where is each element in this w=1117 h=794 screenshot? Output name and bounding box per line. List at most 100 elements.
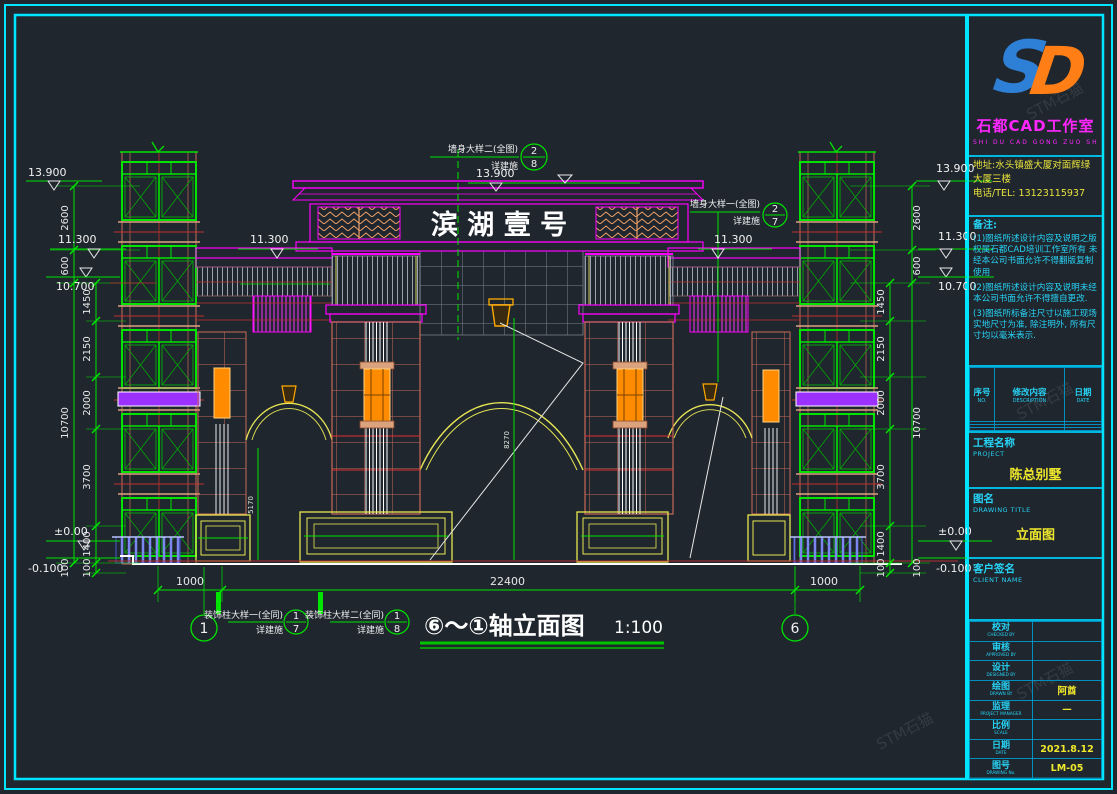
- field-value: —: [1033, 700, 1102, 720]
- title-scale: 1:100: [614, 618, 663, 638]
- studio-address: 地址:水头镇盛大厦对面辉绿 大厦三楼 电话/TEL: 13123115937: [969, 157, 1102, 217]
- callout-label: 装饰柱大样一(全同): [204, 609, 283, 621]
- elevation-drawing: 滨 湖 壹 号 墙身大样二(全图): [0, 0, 1117, 794]
- svg-text:600: 600: [60, 256, 71, 275]
- revision-table: 序号NO. 修改内容DESCRIPTION 日期DATE: [969, 367, 1102, 433]
- address-line1: 地址:水头镇盛大厦对面辉绿: [973, 159, 1098, 173]
- left-wing: [196, 248, 332, 332]
- client-label: 客户签名: [973, 561, 1098, 576]
- gate-sign-text: 滨 湖 壹 号: [431, 209, 567, 241]
- field-value: [1033, 720, 1102, 740]
- left-main-pillar: [326, 254, 426, 514]
- svg-text:13.900: 13.900: [28, 166, 67, 179]
- field-row-manager: 监理PROJECT MANAGER —: [970, 700, 1102, 720]
- svg-text:3700: 3700: [82, 464, 93, 489]
- client-section: 客户签名 CLIENT NAME: [969, 559, 1102, 621]
- field-label-en: PROJECT MANAGER: [975, 712, 1028, 716]
- field-label-en: SCALE: [975, 732, 1028, 736]
- left-outer-pillar: [198, 332, 246, 514]
- svg-text:6: 6: [791, 621, 800, 637]
- svg-text:STM石猫: STM石猫: [873, 709, 936, 754]
- right-small-arch: [668, 384, 752, 438]
- title-name: 轴立面图: [489, 612, 585, 640]
- signoff-fields: 校对CHECKED BY 审核APPROVED BY 设计DESIGNED BY…: [969, 621, 1102, 779]
- drawing-title-value: 立面图: [973, 524, 1098, 543]
- svg-text:1450: 1450: [876, 289, 887, 314]
- studio-logo: S D: [973, 23, 1098, 111]
- project-label-en: PROJECT: [973, 450, 1098, 458]
- callout-sheet: 8: [531, 159, 537, 170]
- title-block: S D 石都CAD工作室 SHI DU CAD GONG ZUO SHI 地址:…: [967, 15, 1102, 779]
- rev-col-date: 日期: [1065, 386, 1101, 398]
- callout-sheet: 7: [772, 217, 778, 228]
- right-wing: [668, 248, 800, 332]
- svg-text:1: 1: [200, 621, 209, 637]
- svg-text:1450: 1450: [82, 289, 93, 314]
- left-small-arch: [246, 386, 332, 440]
- callout-wall-detail-1: 墙身大样一(全图) 详建施 2 7: [690, 198, 787, 228]
- field-row-scale: 比例SCALE: [970, 720, 1102, 740]
- title-axis-range: ⑥～①: [424, 612, 489, 640]
- right-dim-labels: 2600 600 10700 1450 2150 2000 3700 1400 …: [876, 205, 923, 577]
- field-value: 2021.8.12: [1033, 739, 1102, 759]
- elevation-11300-right-wing: 11.300: [698, 233, 772, 258]
- svg-text:100: 100: [82, 558, 93, 577]
- project-section: 工程名称 PROJECT 陈总别墅: [969, 433, 1102, 489]
- project-label: 工程名称: [973, 435, 1098, 450]
- right-main-pillar: [579, 254, 679, 514]
- rev-col-desc-en: DESCRIPTION: [998, 398, 1060, 403]
- right-tower: [792, 142, 882, 564]
- field-value: [1033, 661, 1102, 681]
- field-label: 设计: [970, 664, 1032, 673]
- field-label-en: DESIGNED BY: [975, 673, 1028, 677]
- rev-col-date-en: DATE: [1067, 398, 1099, 403]
- field-label-en: CHECKED BY: [975, 634, 1028, 638]
- field-label-en: DRAWING No.: [975, 771, 1028, 775]
- svg-text:11.300: 11.300: [58, 233, 97, 246]
- field-row-checked: 校对CHECKED BY: [970, 622, 1102, 642]
- rev-col-no-en: NO.: [971, 398, 993, 403]
- left-railing: [112, 537, 184, 563]
- field-label-en: DATE: [975, 751, 1028, 755]
- svg-text:600: 600: [912, 256, 923, 275]
- svg-text:1000: 1000: [176, 575, 204, 588]
- svg-text:11.300: 11.300: [714, 233, 753, 246]
- callout-sub: 详建施: [357, 624, 384, 636]
- studio-subline: SHI DU CAD GONG ZUO SHI: [973, 139, 1098, 146]
- callout-label: 墙身大样二(全图): [448, 143, 518, 155]
- axis-bubble-6: 6: [782, 567, 808, 641]
- left-arch-dim: 5170: [247, 448, 258, 560]
- drawing-title-label-en: DRAWING TITLE: [973, 506, 1098, 514]
- field-row-approved: 审核APPROVED BY: [970, 641, 1102, 661]
- field-value: 阿酋: [1033, 680, 1102, 700]
- cad-sheet: 滨 湖 壹 号 墙身大样二(全图): [0, 0, 1117, 794]
- callout-column-detail-2: 装饰柱大样二(全同) 详建施 1 8: [305, 592, 409, 636]
- drawing-title-label: 图名: [973, 491, 1098, 506]
- notes-heading: 备注:: [973, 219, 1098, 232]
- svg-text:10.700: 10.700: [56, 280, 95, 293]
- svg-text:22400: 22400: [490, 575, 525, 588]
- right-railing: [790, 537, 866, 563]
- callout-column-detail-1: 装饰柱大样一(全同) 详建施 1 7: [204, 592, 308, 636]
- client-label-en: CLIENT NAME: [973, 576, 1098, 584]
- callout-sub: 详建施: [256, 624, 283, 636]
- callout-label: 装饰柱大样二(全同): [305, 609, 384, 621]
- bottom-dim-line: 1000 22400 1000: [154, 566, 864, 602]
- svg-text:2600: 2600: [60, 205, 71, 230]
- notes-section: 备注: (1)图纸所述设计内容及说明之版权属石都CAD培训工作室所有 未经本公司…: [969, 217, 1102, 367]
- note-item: (2)图纸所述设计内容及说明未经本公司书面允许不得擅自更改.: [973, 283, 1098, 305]
- rev-col-no: 序号: [970, 386, 994, 398]
- studio-name: 石都CAD工作室: [973, 115, 1098, 136]
- callout-sub: 详建施: [733, 215, 760, 227]
- rev-row-empty: [970, 428, 1102, 431]
- field-label: 监理: [970, 703, 1032, 712]
- address-phone: 电话/TEL: 13123115937: [973, 187, 1098, 201]
- svg-text:8270: 8270: [503, 431, 511, 449]
- svg-text:1400: 1400: [876, 531, 887, 556]
- field-row-number: 图号DRAWING No. LM-05: [970, 759, 1102, 779]
- svg-text:13.900: 13.900: [476, 167, 515, 180]
- logo-letter-d: D: [1026, 33, 1092, 110]
- field-label-en: DRAWN BY: [975, 693, 1028, 697]
- field-row-drawn: 绘图DRAWN BY 阿酋: [970, 680, 1102, 700]
- field-value: [1033, 641, 1102, 661]
